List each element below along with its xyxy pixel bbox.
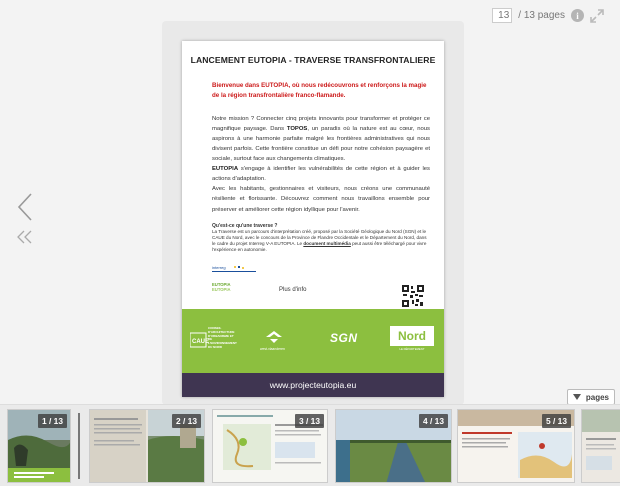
thumbnail-page-6[interactable] <box>581 409 620 483</box>
svg-text:west-vlaanderen: west-vlaanderen <box>260 347 285 351</box>
thumbnail-label: 5 / 13 <box>542 414 571 428</box>
fullscreen-icon[interactable] <box>590 8 604 23</box>
thumbnail-page-1[interactable]: 1 / 13 <box>7 409 71 483</box>
partners-band: CAUE CONSEIL D'ARCHITECTURE D'URBANISME … <box>182 309 444 373</box>
qr-code-icon[interactable] <box>402 285 424 307</box>
page-indicator: / 13 pages i <box>492 8 604 23</box>
page-total-label: / 13 pages <box>518 10 565 21</box>
traverse-info: Qu'est-ce qu'une traverse ? La Traverse … <box>212 222 427 252</box>
document-body: Notre mission ? Connecter cinq projets i… <box>212 116 430 213</box>
pages-toggle-button[interactable]: pages <box>567 389 615 405</box>
west-vlaanderen-logo: west-vlaanderen <box>260 331 285 351</box>
plus-info-label: Plus d'info <box>279 286 307 293</box>
thumbnail-page-5[interactable]: 5 / 13 <box>457 409 575 483</box>
document-title: LANCEMENT EUTOPIA - TRAVERSE TRANSFRONTA… <box>190 55 436 65</box>
document-page: LANCEMENT EUTOPIA - TRAVERSE TRANSFRONTA… <box>182 41 444 397</box>
document-lead: Bienvenue dans EUTOPIA, où nous redécouv… <box>212 82 427 99</box>
svg-text:CAUE: CAUE <box>192 339 209 345</box>
multimedia-link[interactable]: document multimédia <box>303 241 350 246</box>
info-icon[interactable]: i <box>571 9 584 22</box>
chevron-down-icon <box>573 394 581 400</box>
thumbnail-page-2[interactable]: 2 / 13 <box>89 409 205 483</box>
svg-text:interreg: interreg <box>212 265 226 270</box>
thumbnail-strip: 1 / 13 2 / 13 3 / 13 4 / 13 5 / 13 <box>0 404 620 486</box>
thumbnail-page-3[interactable]: 3 / 13 <box>212 409 328 483</box>
eutopia-logo: EUTOPIA EUTOPIA <box>212 281 231 292</box>
thumbnail-6-image <box>582 410 620 482</box>
thumbnail-label: 1 / 13 <box>38 414 67 428</box>
nord-caption: LE DÉPARTEMENT <box>399 347 425 351</box>
website-url[interactable]: www.projecteutopia.eu <box>182 373 444 397</box>
thumbnail-label: 4 / 13 <box>419 414 448 428</box>
interreg-logo: interreg <box>212 265 256 272</box>
caue-caption: CONSEIL D'ARCHITECTURE D'URBANISME ET DE… <box>208 326 237 349</box>
thumbnail-label: 3 / 13 <box>295 414 324 428</box>
document-viewer: / 13 pages i LANCEMENT EUTOPIA - TRAVERS… <box>0 0 620 486</box>
thumbnail-separator <box>78 413 80 479</box>
page-number-input[interactable] <box>492 8 513 23</box>
nord-logo: Nord <box>390 326 434 346</box>
sgn-logo: SGN <box>330 331 358 345</box>
thumbnail-label: 2 / 13 <box>172 414 201 428</box>
pages-button-label: pages <box>585 392 609 402</box>
thumbnail-page-4[interactable]: 4 / 13 <box>335 409 452 483</box>
first-page-double-arrow-icon[interactable] <box>16 230 34 244</box>
previous-page-arrow-icon[interactable] <box>16 192 34 222</box>
